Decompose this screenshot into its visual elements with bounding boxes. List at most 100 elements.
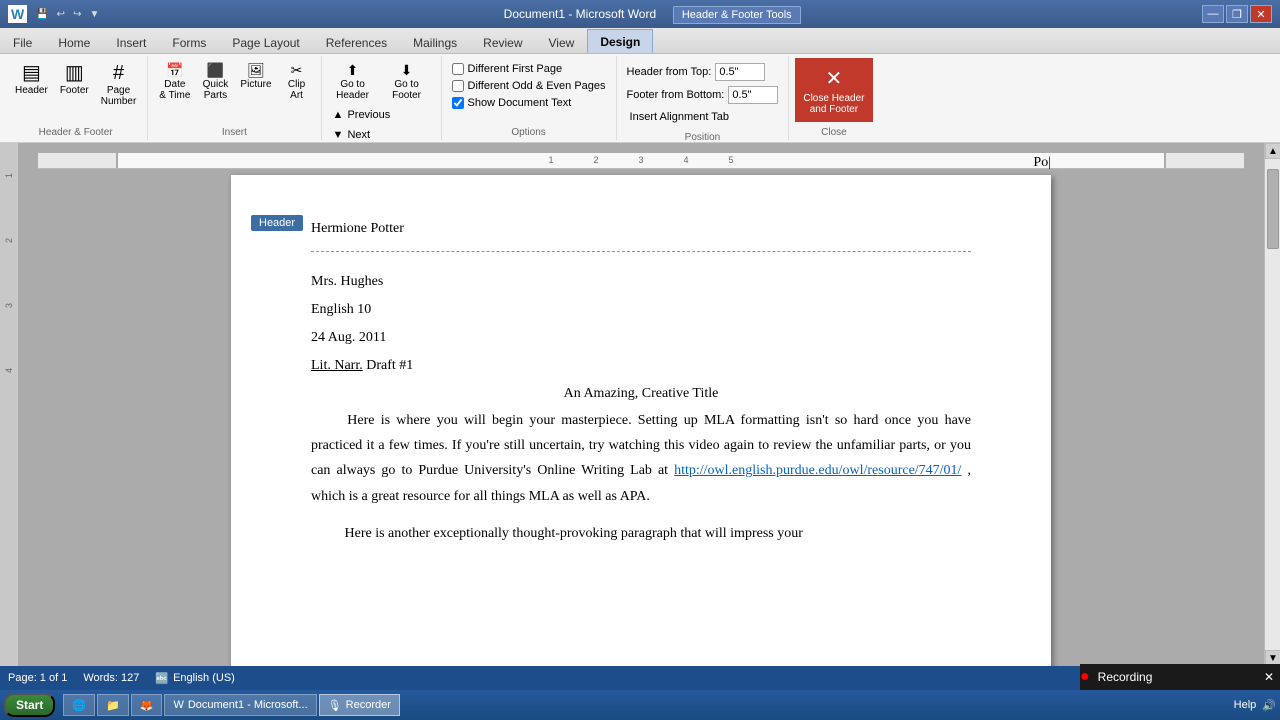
tab-home[interactable]: Home [45, 29, 103, 53]
page-number-icon: # [113, 63, 124, 83]
picture-icon: 🖼 [247, 63, 265, 77]
redo-qa-btn[interactable]: ↪ [70, 7, 84, 22]
show-document-text-option[interactable]: Show Document Text [450, 96, 608, 110]
titlebar-controls: — ❐ ✕ [1202, 5, 1272, 23]
tab-view[interactable]: View [536, 29, 588, 53]
taskbar-item-firefox[interactable]: 🦊 [131, 694, 163, 716]
recording-close[interactable]: ✕ [1264, 670, 1274, 684]
date-time-label2: & Time [159, 90, 190, 101]
quick-parts-button[interactable]: ⬛ Quick Parts [197, 60, 233, 104]
position-group-label: Position [623, 130, 783, 143]
tab-references[interactable]: References [313, 29, 400, 53]
footer-icon: ▥ [65, 63, 84, 83]
date-time-button[interactable]: 📅 Date & Time [154, 60, 195, 104]
start-button[interactable]: Start [4, 693, 55, 717]
more-qa-btn[interactable]: ▼ [86, 7, 102, 22]
taskbar-item-word[interactable]: W Document1 - Microsoft... [164, 694, 316, 716]
quick-parts-icon: ⬛ [207, 63, 224, 77]
scroll-thumb[interactable] [1267, 169, 1279, 249]
go-to-footer-button[interactable]: ⬇ Go to Footer [382, 60, 432, 104]
footer-from-bottom-input[interactable] [728, 86, 778, 104]
go-to-header-icon: ⬆ [347, 63, 359, 77]
purdue-link[interactable]: http://owl.english.purdue.edu/owl/resour… [674, 463, 961, 478]
tab-insert[interactable]: Insert [103, 29, 159, 53]
main-content: 1 2 3 4 12345 Po| Header Hermion [0, 143, 1280, 666]
word-count: Words: 127 [83, 672, 139, 684]
close-hf-label: Close Header [803, 93, 864, 104]
ruler: 12345 [38, 153, 1244, 169]
scrollbar[interactable]: ▲ ▼ [1264, 143, 1280, 666]
picture-button[interactable]: 🖼 Picture [235, 60, 276, 93]
show-document-text-checkbox[interactable] [452, 97, 464, 109]
tab-mailings[interactable]: Mailings [400, 29, 470, 53]
ribbon: File Home Insert Forms Page Layout Refer… [0, 28, 1280, 143]
teacher-name-line: Mrs. Hughes [311, 268, 971, 296]
go-to-footer-label2: Footer [392, 90, 421, 101]
next-button[interactable]: ▼ Next [328, 126, 435, 144]
page-number-label: Page [107, 85, 130, 96]
assignment-rest: Draft #1 [366, 358, 413, 373]
date-time-label: Date [164, 79, 185, 90]
clip-art-button[interactable]: ✂ Clip Art [279, 60, 315, 104]
assignment-underline: Lit. Narr. [311, 358, 363, 373]
ribbon-tabs: File Home Insert Forms Page Layout Refer… [0, 28, 1280, 54]
recording-label: Recording [1098, 670, 1153, 684]
position-group: Header from Top: Footer from Bottom: Ins… [617, 56, 790, 140]
close-group: ✕ Close Header and Footer Close [789, 56, 878, 140]
minimize-button[interactable]: — [1202, 5, 1224, 23]
paragraph-2-text: Here is another exceptionally thought-pr… [345, 526, 803, 541]
previous-button[interactable]: ▲ Previous [328, 106, 435, 124]
page-number-button[interactable]: # Page Number [96, 60, 142, 110]
language-info: 🔤 English (US) [155, 672, 234, 685]
close-window-button[interactable]: ✕ [1250, 5, 1272, 23]
document-header[interactable]: Header Hermione Potter [311, 215, 971, 252]
tab-forms[interactable]: Forms [159, 29, 219, 53]
header-footer-buttons: ▤ Header ▥ Footer # Page Number [10, 58, 141, 125]
paragraph-2[interactable]: Here is another exceptionally thought-pr… [311, 521, 971, 546]
taskbar-item-folder[interactable]: 📁 [97, 694, 129, 716]
header-from-top-input[interactable] [715, 63, 765, 81]
header-label-tag: Header [251, 215, 303, 231]
close-hf-label2: and Footer [810, 104, 858, 115]
taskbar-recorder-icon: 🎙 [328, 699, 342, 712]
titlebar-left: W 💾 ↩ ↪ ▼ [8, 5, 102, 23]
recording-bar: ● Recording ✕ [1080, 664, 1280, 690]
date-time-icon: 📅 [166, 63, 183, 77]
header-button[interactable]: ▤ Header [10, 60, 53, 99]
page-container: 12345 Po| Header Hermione Potter Mrs. Hu… [18, 143, 1264, 666]
class-line: English 10 [311, 296, 971, 324]
close-hf-icon: ✕ [826, 66, 843, 91]
taskbar-item-ie[interactable]: 🌐 [63, 694, 95, 716]
paragraph-1[interactable]: Here is where you will begin your master… [311, 408, 971, 509]
different-first-page-option[interactable]: Different First Page [450, 62, 608, 76]
previous-icon: ▲ [333, 109, 344, 121]
scroll-track[interactable] [1265, 159, 1280, 650]
next-icon: ▼ [333, 129, 344, 141]
go-to-header-button[interactable]: ⬆ Go to Header [328, 60, 378, 104]
footer-button[interactable]: ▥ Footer [55, 60, 94, 99]
restore-button[interactable]: ❐ [1226, 5, 1248, 23]
left-ruler: 1 2 3 4 [0, 143, 18, 666]
undo-qa-btn[interactable]: ↩ [54, 7, 68, 22]
taskbar-item-recorder[interactable]: 🎙 Recorder [319, 694, 400, 716]
tab-design[interactable]: Design [587, 29, 653, 53]
insert-group: 📅 Date & Time ⬛ Quick Parts 🖼 Picture ✂ … [148, 56, 321, 140]
page-number-display[interactable]: Po| [1033, 155, 1051, 171]
document-title: An Amazing, Creative Title [311, 380, 971, 408]
footer-from-bottom-row: Footer from Bottom: [625, 85, 781, 105]
close-header-footer-button[interactable]: ✕ Close Header and Footer [795, 58, 872, 122]
clip-art-label: Clip [288, 79, 305, 90]
tab-page-layout[interactable]: Page Layout [219, 29, 312, 53]
tab-review[interactable]: Review [470, 29, 535, 53]
tab-file[interactable]: File [0, 29, 45, 53]
different-first-page-checkbox[interactable] [452, 63, 464, 75]
document-page: Po| Header Hermione Potter Mrs. Hughes E… [231, 175, 1051, 666]
page-number-label2: Number [101, 96, 137, 107]
different-odd-even-checkbox[interactable] [452, 80, 464, 92]
recording-dot: ● [1080, 668, 1090, 686]
assignment-line: Lit. Narr. Draft #1 [311, 352, 971, 380]
scroll-up-arrow[interactable]: ▲ [1265, 143, 1280, 159]
save-qa-btn[interactable]: 💾 [33, 7, 51, 22]
different-odd-even-option[interactable]: Different Odd & Even Pages [450, 79, 608, 93]
insert-alignment-tab-button[interactable]: Insert Alignment Tab [625, 108, 781, 126]
